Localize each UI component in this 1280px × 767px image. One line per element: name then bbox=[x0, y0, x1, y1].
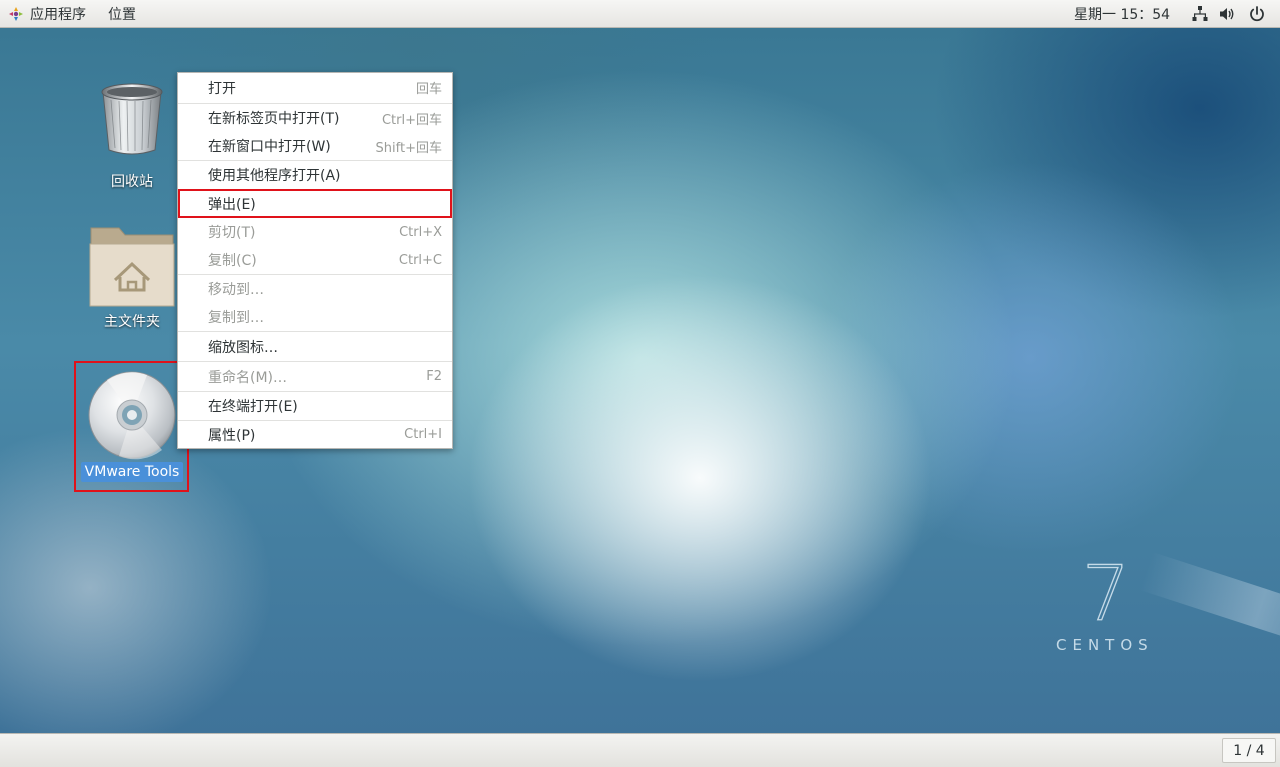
bottom-panel: 1 / 4 bbox=[0, 733, 1280, 767]
menu-item-move-to[interactable]: 移动到… bbox=[178, 275, 452, 303]
vmware-tools-highlight-box bbox=[74, 361, 189, 492]
menu-item-open[interactable]: 打开 回车 bbox=[178, 73, 452, 102]
menu-item-label: 缩放图标… bbox=[208, 339, 278, 356]
menu-item-open-in-terminal[interactable]: 在终端打开(E) bbox=[178, 392, 452, 420]
menu-item-label: 在终端打开(E) bbox=[208, 399, 298, 415]
clock[interactable]: 星期一 15：54 bbox=[1074, 4, 1170, 24]
desktop-icon-home-folder[interactable]: 主文件夹 bbox=[76, 224, 188, 332]
menu-item-label: 剪切(T) bbox=[208, 225, 256, 241]
menu-item-label: 打开 bbox=[208, 80, 236, 97]
menu-item-shortcut: Ctrl+X bbox=[399, 224, 442, 240]
power-icon[interactable] bbox=[1248, 5, 1266, 23]
desktop-icon-label: 回收站 bbox=[111, 174, 153, 190]
menu-item-label: 复制到… bbox=[208, 310, 264, 326]
menu-item-shortcut: Shift+回车 bbox=[375, 140, 442, 156]
menu-item-shortcut: F2 bbox=[426, 369, 442, 384]
centos-wordmark: CENTOS bbox=[1056, 636, 1154, 654]
menu-item-rename[interactable]: 重命名(M)… F2 bbox=[178, 362, 452, 391]
applications-label: 应用程序 bbox=[30, 6, 86, 23]
menu-item-open-with[interactable]: 使用其他程序打开(A) bbox=[178, 161, 452, 189]
menu-item-cut[interactable]: 剪切(T) Ctrl+X bbox=[178, 218, 452, 246]
context-menu: 打开 回车 在新标签页中打开(T) Ctrl+回车 在新窗口中打开(W) Shi… bbox=[177, 72, 453, 449]
menu-item-open-new-window[interactable]: 在新窗口中打开(W) Shift+回车 bbox=[178, 132, 452, 160]
network-icon[interactable] bbox=[1191, 5, 1209, 23]
menu-item-copy-to[interactable]: 复制到… bbox=[178, 303, 452, 331]
menu-item-label: 复制(C) bbox=[208, 253, 257, 269]
menu-item-shortcut: Ctrl+C bbox=[398, 252, 442, 268]
centos-seven-logo: 7 bbox=[1084, 558, 1128, 626]
menu-item-label: 重命名(M)… bbox=[208, 369, 288, 386]
menu-item-label: 使用其他程序打开(A) bbox=[208, 168, 341, 184]
desktop-icon-label: 主文件夹 bbox=[104, 314, 160, 330]
menu-item-label: 在新标签页中打开(T) bbox=[208, 111, 340, 127]
desktop-icon-trash[interactable]: 回收站 bbox=[76, 78, 188, 192]
applications-menu[interactable]: 应用程序 bbox=[8, 4, 86, 24]
workspace-switcher[interactable]: 1 / 4 bbox=[1222, 738, 1276, 763]
top-bar: 应用程序 位置 星期一 15：54 bbox=[0, 0, 1280, 28]
eject-highlight-box bbox=[178, 189, 452, 218]
menu-item-properties[interactable]: 属性(P) Ctrl+I bbox=[178, 421, 452, 448]
menu-item-label: 移动到… bbox=[208, 282, 264, 298]
gnome-foot-icon bbox=[9, 6, 23, 21]
menu-item-shortcut: Ctrl+回车 bbox=[381, 112, 442, 128]
centos-version: 7 bbox=[1084, 558, 1128, 626]
places-menu[interactable]: 位置 bbox=[108, 4, 136, 24]
volume-icon[interactable] bbox=[1218, 5, 1236, 23]
menu-item-shortcut: 回车 bbox=[415, 82, 442, 97]
menu-item-label: 属性(P) bbox=[208, 427, 256, 444]
menu-item-copy[interactable]: 复制(C) Ctrl+C bbox=[178, 246, 452, 274]
menu-item-shortcut: Ctrl+I bbox=[404, 427, 442, 442]
trash-icon bbox=[101, 83, 163, 155]
menu-item-open-new-tab[interactable]: 在新标签页中打开(T) Ctrl+回车 bbox=[178, 104, 452, 132]
home-folder-icon bbox=[89, 227, 175, 307]
menu-item-resize-icon[interactable]: 缩放图标… bbox=[178, 332, 452, 361]
menu-item-label: 在新窗口中打开(W) bbox=[208, 139, 331, 155]
wallpaper-streak bbox=[1139, 551, 1280, 665]
